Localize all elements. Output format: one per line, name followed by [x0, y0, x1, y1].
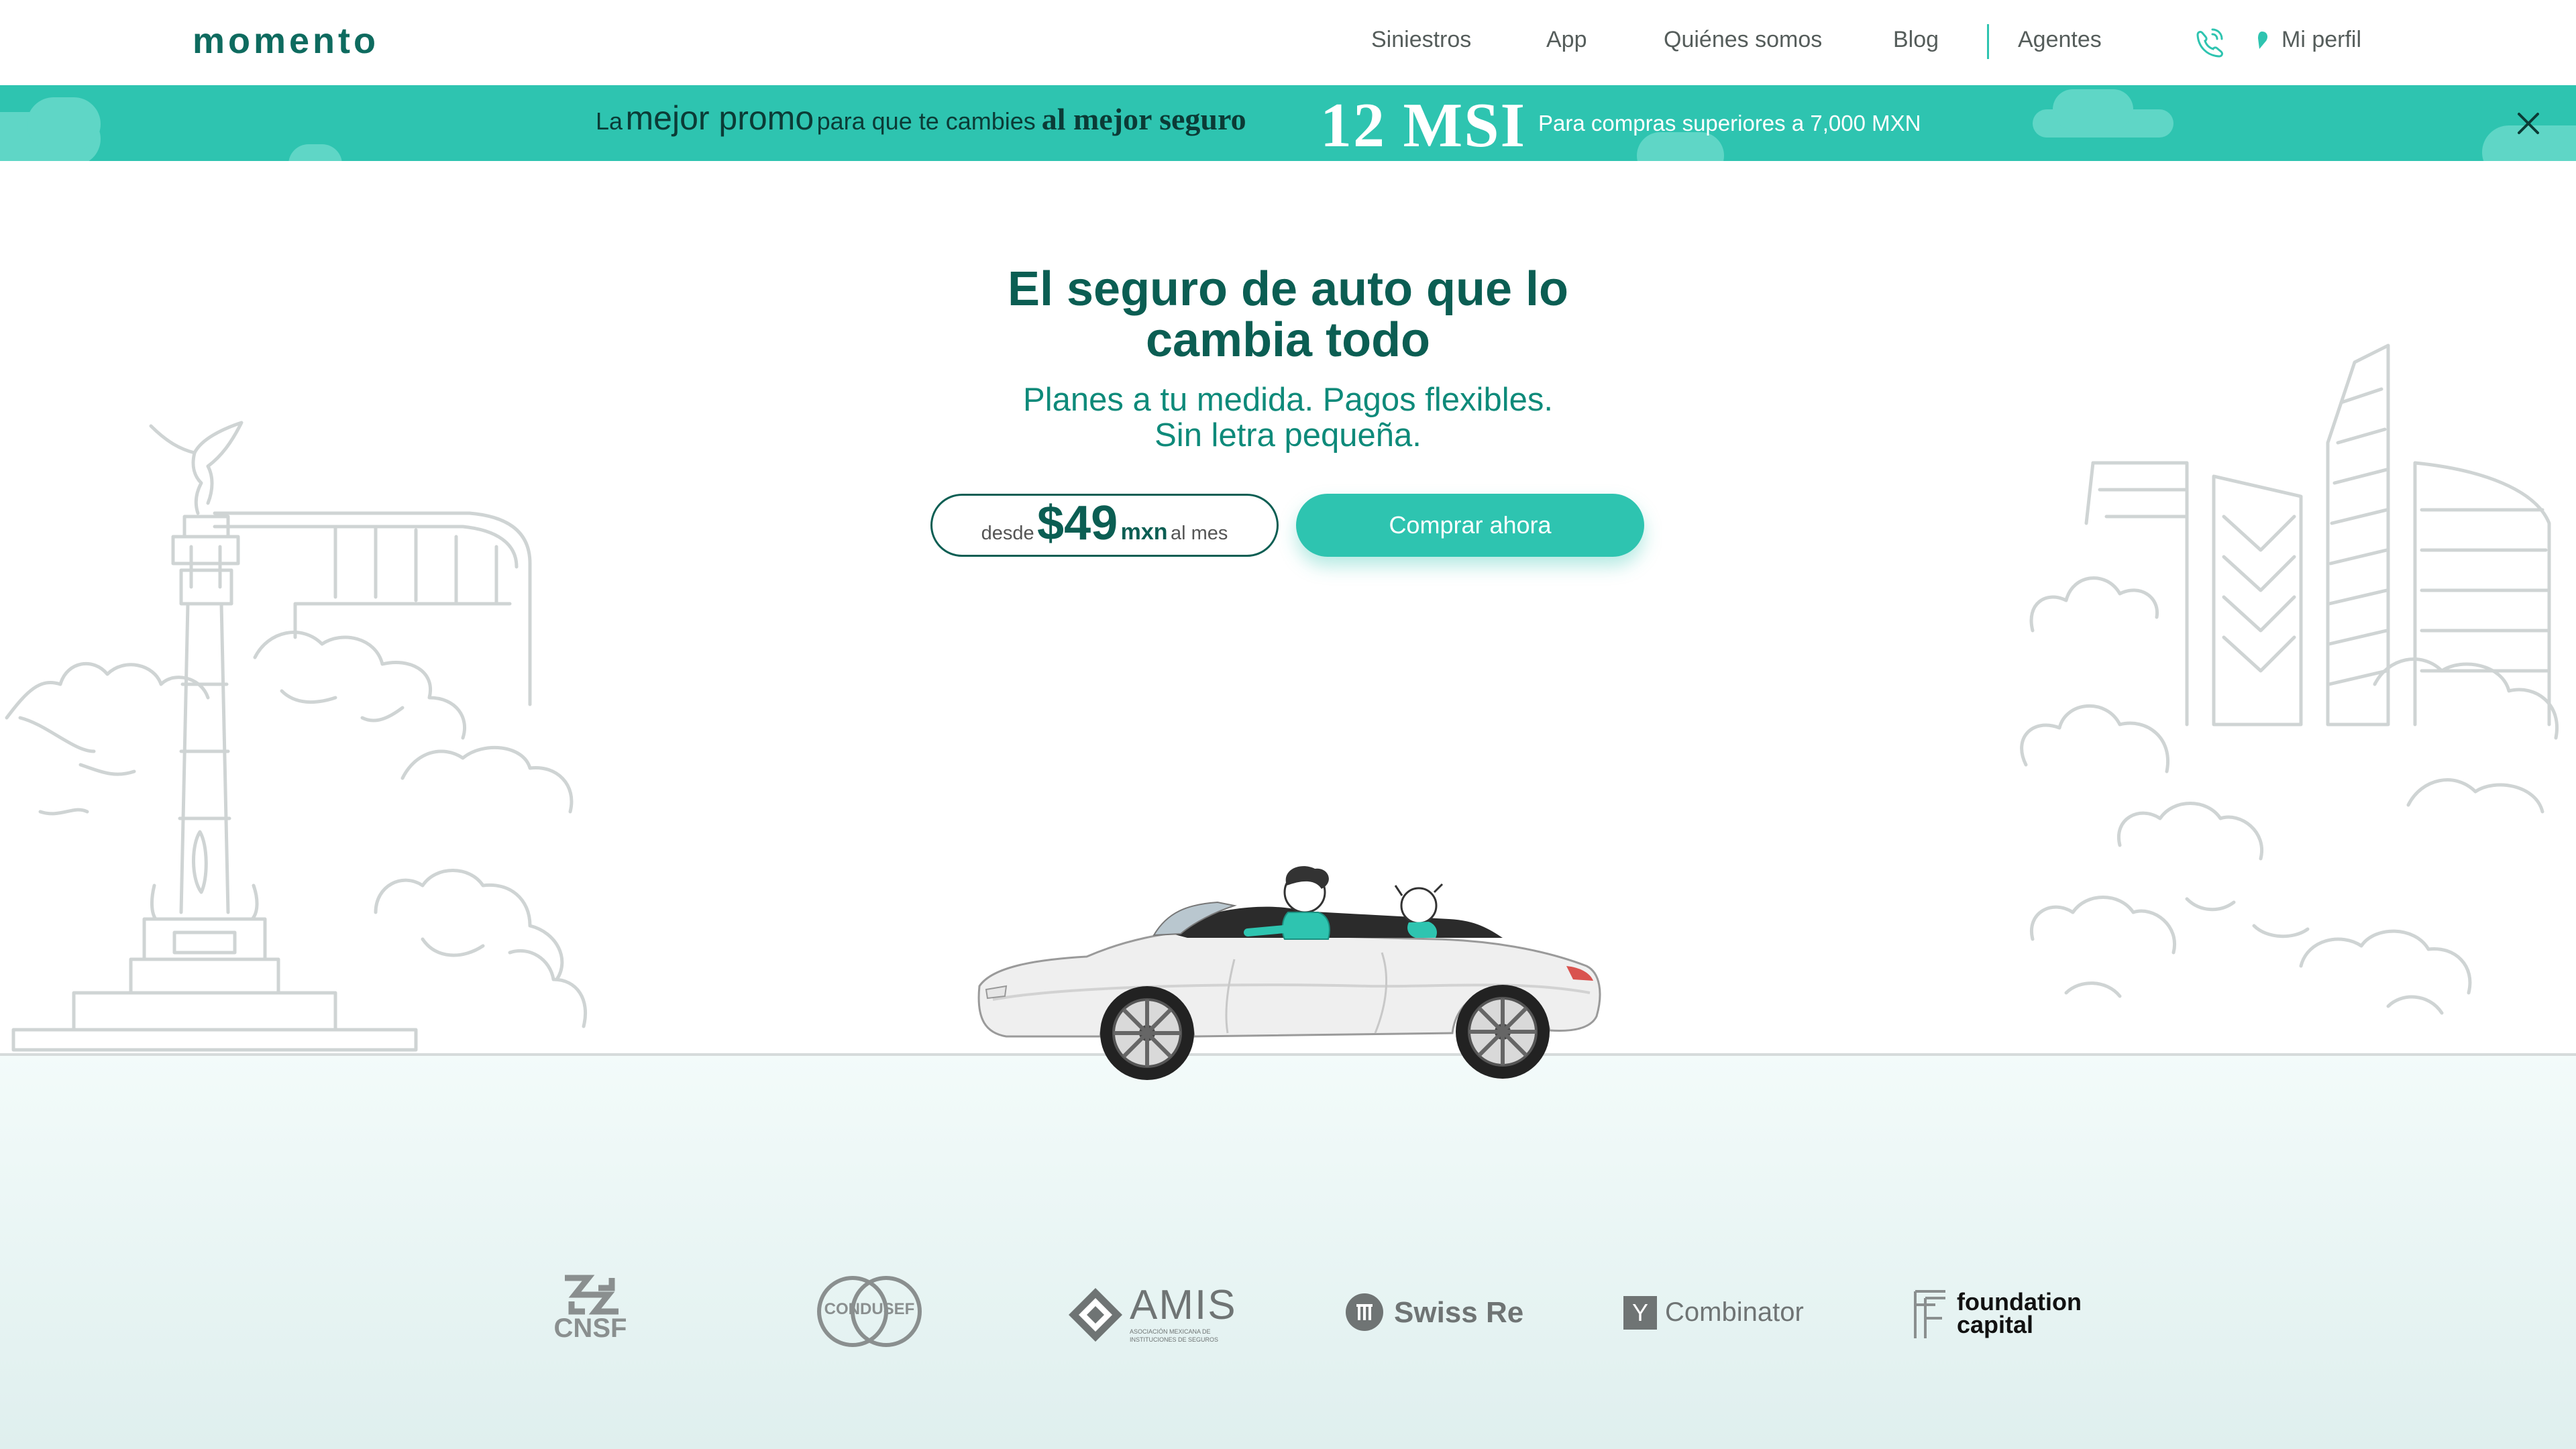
promo-text-mejor-seguro: al mejor seguro — [1041, 102, 1246, 136]
nav-link-blog[interactable]: Blog — [1893, 27, 1939, 53]
nav-link-app[interactable]: App — [1546, 27, 1587, 53]
amis-logo: AMIS ASOCIACIÓN MEXICANA DE INSTITUCIONE… — [1065, 1275, 1240, 1348]
foundation-capital-logo: foundation capital — [1909, 1275, 2083, 1348]
cloud-decoration — [27, 97, 101, 151]
price-suffix: al mes — [1171, 523, 1228, 544]
convertible-car-illustration — [977, 866, 1601, 1080]
swissre-label: Swiss Re — [1394, 1296, 1524, 1329]
price-pill: desde $49 mxn al mes — [930, 494, 1279, 557]
foundation-capital-label: foundation capital — [1957, 1288, 2082, 1338]
ground-area — [0, 1055, 2576, 1449]
cnsf-label: CNSF — [553, 1313, 627, 1343]
promo-text-mejor-promo: mejor promo — [625, 99, 814, 137]
cloud-decoration — [288, 144, 342, 161]
price-amount: $49 — [1037, 496, 1118, 550]
cloud-decoration — [1637, 132, 1724, 161]
close-icon[interactable] — [2512, 107, 2544, 140]
promo-text-la: La — [596, 107, 623, 135]
hero-subtitle-line1: Planes a tu medida. Pagos flexibles. — [1023, 382, 1553, 418]
amis-subtitle-1: ASOCIACIÓN MEXICANA DE — [1130, 1328, 1211, 1335]
promo-note: Para compras superiores a 7,000 MXN — [1538, 111, 1921, 136]
swissre-logo: Swiss Re — [1344, 1275, 1523, 1348]
top-nav: momento Siniestros App Quiénes somos Blo… — [0, 0, 2576, 85]
profile-icon[interactable] — [2254, 30, 2270, 50]
hero-title: El seguro de auto que lo cambia todo — [926, 264, 1650, 366]
hero-subtitle: Planes a tu medida. Pagos flexibles. Sin… — [926, 382, 1650, 453]
nav-link-quienes-somos[interactable]: Quiénes somos — [1664, 27, 1822, 53]
cnsf-logo: CNSF — [547, 1275, 641, 1348]
nav-link-siniestros[interactable]: Siniestros — [1371, 27, 1471, 53]
angel-monument-illustration — [5, 421, 588, 1052]
amis-emblem-icon — [1069, 1288, 1122, 1342]
foundation-capital-line1: foundation — [1957, 1288, 2082, 1316]
brand-logo[interactable]: momento — [193, 20, 379, 62]
profile-link[interactable]: Mi perfil — [2282, 27, 2361, 53]
hero-title-line1: El seguro de auto que lo — [1007, 262, 1569, 316]
ycombinator-label: Combinator — [1665, 1297, 1804, 1327]
amis-subtitle-2: INSTITUCIONES DE SEGUROS — [1130, 1336, 1219, 1343]
hero-subtitle-line2: Sin letra pequeña. — [1155, 417, 1421, 453]
foundation-capital-emblem-icon — [1914, 1290, 1945, 1338]
nav-divider — [1987, 24, 1989, 59]
ycombinator-y-icon: Y — [1623, 1296, 1657, 1330]
hero-title-line2: cambia todo — [1145, 313, 1431, 367]
city-buildings-illustration — [2020, 343, 2559, 1015]
foundation-capital-line2: capital — [1957, 1311, 2034, 1338]
condusef-logo: CONDUSEF — [809, 1275, 930, 1348]
price-currency: mxn — [1120, 519, 1168, 545]
cnsf-emblem-icon — [565, 1275, 619, 1315]
price-prefix: desde — [981, 523, 1034, 544]
amis-label: AMIS — [1130, 1282, 1237, 1328]
swissre-emblem-icon — [1346, 1293, 1383, 1331]
condusef-label: CONDUSEF — [824, 1300, 915, 1318]
promo-banner: La mejor promo para que te cambies al me… — [0, 85, 2576, 161]
promo-headline: La mejor promo para que te cambies al me… — [596, 99, 1246, 138]
promo-msi-badge: 12 MSI — [1320, 91, 1527, 160]
nav-link-agentes[interactable]: Agentes — [2018, 27, 2102, 53]
promo-text-cambies: para que te cambies — [816, 107, 1036, 135]
phone-icon[interactable] — [2192, 25, 2229, 62]
buy-now-button[interactable]: Comprar ahora — [1296, 494, 1644, 557]
ycombinator-logo: Y Combinator — [1623, 1275, 1804, 1348]
cloud-decoration — [2053, 89, 2133, 129]
